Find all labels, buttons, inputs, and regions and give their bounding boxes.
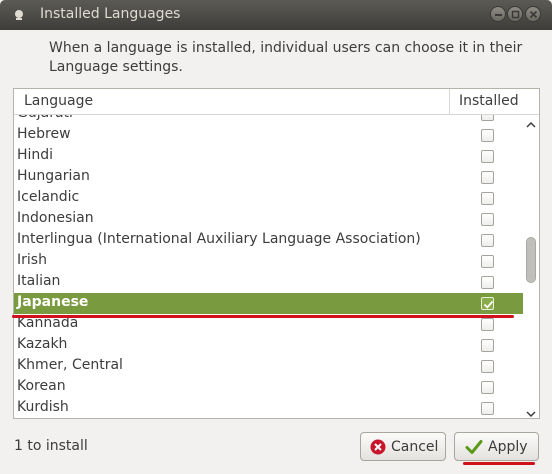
installed-checkbox[interactable] bbox=[481, 381, 494, 394]
list-item[interactable]: Gujarati bbox=[14, 115, 523, 125]
installed-checkbox[interactable] bbox=[481, 234, 494, 247]
column-header-installed[interactable]: Installed bbox=[459, 93, 519, 109]
installed-checkbox[interactable] bbox=[481, 360, 494, 373]
installed-checkbox[interactable] bbox=[481, 339, 494, 352]
list-item[interactable]: Korean bbox=[14, 377, 523, 398]
language-label: Indonesian bbox=[17, 210, 94, 226]
installed-checkbox[interactable] bbox=[481, 402, 494, 415]
close-icon[interactable] bbox=[525, 6, 541, 22]
installed-checkbox[interactable] bbox=[481, 255, 494, 268]
language-label: Hindi bbox=[17, 147, 54, 163]
window-title: Installed Languages bbox=[40, 6, 181, 22]
maximize-icon[interactable] bbox=[507, 6, 523, 22]
cancel-icon bbox=[370, 439, 386, 455]
scroll-down-icon[interactable] bbox=[526, 406, 536, 418]
window-app-icon bbox=[11, 7, 27, 23]
language-label: Khmer, Central bbox=[17, 357, 123, 373]
vertical-scrollbar[interactable] bbox=[523, 115, 539, 418]
language-label: Kurdish bbox=[17, 399, 69, 415]
install-status: 1 to install bbox=[14, 438, 88, 454]
list-item[interactable]: Kurdish bbox=[14, 398, 523, 418]
language-label: Kazakh bbox=[17, 336, 68, 352]
language-label: Italian bbox=[17, 273, 61, 289]
installed-checkbox[interactable] bbox=[481, 276, 494, 289]
list-item[interactable]: Indonesian bbox=[14, 209, 523, 230]
language-label: Interlingua (International Auxiliary Lan… bbox=[17, 231, 421, 247]
language-label: Japanese bbox=[17, 294, 89, 310]
scroll-up-icon[interactable] bbox=[526, 117, 536, 128]
title-bar: Installed Languages bbox=[0, 0, 552, 30]
annotation-underline-apply bbox=[463, 462, 535, 465]
language-list: Language Installed Gujarati Hebrew Hindi Hu… bbox=[13, 88, 540, 419]
list-item[interactable]: Interlingua (International Auxiliary Lan… bbox=[14, 230, 523, 251]
installed-checkbox[interactable] bbox=[481, 129, 494, 142]
scrollbar-thumb[interactable] bbox=[526, 237, 536, 283]
list-item[interactable]: Icelandic bbox=[14, 188, 523, 209]
language-label: Icelandic bbox=[17, 189, 80, 205]
column-header-language[interactable]: Language bbox=[24, 93, 93, 109]
list-header: Language Installed bbox=[14, 89, 539, 115]
list-item[interactable]: Kazakh bbox=[14, 335, 523, 356]
list-item[interactable]: Italian bbox=[14, 272, 523, 293]
list-item[interactable]: Hungarian bbox=[14, 167, 523, 188]
installed-checkbox[interactable] bbox=[481, 150, 494, 163]
cancel-button[interactable]: Cancel bbox=[360, 432, 446, 461]
installed-checkbox[interactable] bbox=[481, 318, 494, 331]
minimize-icon[interactable] bbox=[490, 6, 506, 22]
installed-checkbox[interactable] bbox=[481, 171, 494, 184]
installed-checkbox[interactable] bbox=[481, 192, 494, 205]
installed-checkbox[interactable] bbox=[481, 297, 494, 310]
language-label: Korean bbox=[17, 378, 66, 394]
list-item[interactable]: Hindi bbox=[14, 146, 523, 167]
cancel-button-label: Cancel bbox=[391, 439, 439, 455]
language-label: Irish bbox=[17, 252, 47, 268]
checkmark-icon bbox=[465, 440, 483, 454]
list-rows: Gujarati Hebrew Hindi Hungarian Icelandic Ind… bbox=[14, 115, 523, 418]
list-item[interactable]: Hebrew bbox=[14, 125, 523, 146]
installed-checkbox[interactable] bbox=[481, 115, 494, 121]
annotation-underline-japanese bbox=[12, 315, 514, 318]
list-item[interactable]: Japanese bbox=[14, 293, 523, 314]
column-divider bbox=[449, 89, 450, 114]
language-label: Hungarian bbox=[17, 168, 90, 184]
installed-checkbox[interactable] bbox=[481, 213, 494, 226]
apply-button-label: Apply bbox=[488, 439, 528, 455]
list-item[interactable]: Irish bbox=[14, 251, 523, 272]
apply-button[interactable]: Apply bbox=[454, 432, 539, 461]
language-label: Hebrew bbox=[17, 126, 71, 142]
list-item[interactable]: Khmer, Central bbox=[14, 356, 523, 377]
language-label: Gujarati bbox=[17, 115, 73, 121]
intro-text: When a language is installed, individual… bbox=[49, 40, 523, 75]
